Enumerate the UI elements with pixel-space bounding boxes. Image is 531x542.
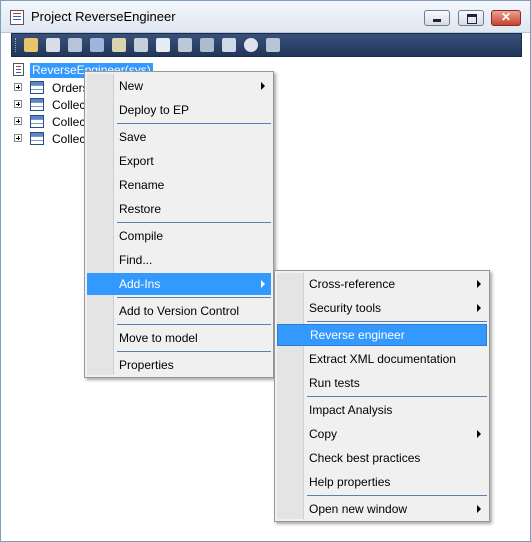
close-button[interactable]: ✕ <box>491 10 521 26</box>
context-menu: New Deploy to EP Save Export Rename Rest… <box>84 71 274 378</box>
submenu-arrow-icon <box>477 430 481 438</box>
expand-icon[interactable] <box>14 117 22 125</box>
menu-separator <box>117 222 271 223</box>
refresh-icon[interactable] <box>244 38 258 52</box>
menu-item-label: Open new window <box>309 502 408 516</box>
menu-item-move-to-model[interactable]: Move to model <box>87 327 271 349</box>
submenu-arrow-icon <box>261 280 265 288</box>
menu-item-restore[interactable]: Restore <box>87 198 271 220</box>
menu-item-export[interactable]: Export <box>87 150 271 172</box>
tree-node[interactable]: Collec <box>11 131 91 147</box>
menu-item-cross-reference[interactable]: Cross-reference <box>277 273 487 295</box>
toolbar-grip[interactable] <box>15 38 18 52</box>
menu-item-label: Export <box>119 154 154 168</box>
menu-item-label: Extract XML documentation <box>309 352 456 366</box>
menu-item-copy[interactable]: Copy <box>277 423 487 445</box>
menu-item-label: Impact Analysis <box>309 403 393 417</box>
settings-icon[interactable] <box>266 38 280 52</box>
menu-item-label: Find... <box>119 253 153 267</box>
menu-item-impact-analysis[interactable]: Impact Analysis <box>277 399 487 421</box>
close-icon: ✕ <box>500 10 512 24</box>
menu-item-open-new-window[interactable]: Open new window <box>277 498 487 520</box>
tree-node-label: Collec <box>52 132 86 146</box>
maximize-button[interactable] <box>458 10 484 26</box>
menu-item-help-properties[interactable]: Help properties <box>277 471 487 493</box>
undo-icon[interactable] <box>222 38 236 52</box>
tree-node[interactable]: Orders <box>11 80 91 96</box>
menu-item-label: Rename <box>119 178 165 192</box>
project-icon <box>10 10 24 25</box>
tree-node-label: Collec <box>52 98 86 112</box>
menu-separator <box>117 351 271 352</box>
menu-item-extract-xml[interactable]: Extract XML documentation <box>277 348 487 370</box>
menu-item-security-tools[interactable]: Security tools <box>277 297 487 319</box>
tree-node[interactable]: Collec <box>11 114 91 130</box>
table-icon <box>30 115 44 128</box>
open-icon[interactable] <box>24 38 38 52</box>
minimize-button[interactable] <box>424 10 450 26</box>
menu-item-label: Properties <box>119 358 174 372</box>
menu-item-label: Run tests <box>309 376 360 390</box>
compile-icon[interactable] <box>68 38 82 52</box>
import-icon[interactable] <box>178 38 192 52</box>
menu-item-rename[interactable]: Rename <box>87 174 271 196</box>
menu-item-label: Help properties <box>309 475 391 489</box>
submenu-arrow-icon <box>261 82 265 90</box>
menu-item-properties[interactable]: Properties <box>87 354 271 376</box>
menu-item-label: Deploy to EP <box>119 103 190 117</box>
export-icon[interactable] <box>200 38 214 52</box>
menu-item-save[interactable]: Save <box>87 126 271 148</box>
expand-icon[interactable] <box>14 83 22 91</box>
expand-icon[interactable] <box>14 134 22 142</box>
menu-separator <box>307 396 487 397</box>
table-icon <box>30 132 44 145</box>
menu-item-label: Reverse engineer <box>310 328 405 342</box>
table-icon <box>30 98 44 111</box>
menu-item-new[interactable]: New <box>87 75 271 97</box>
calendar-icon[interactable] <box>134 38 148 52</box>
expand-icon[interactable] <box>14 100 22 108</box>
menu-item-label: Add to Version Control <box>119 304 240 318</box>
submenu-arrow-icon <box>477 505 481 513</box>
menu-item-compile[interactable]: Compile <box>87 225 271 247</box>
menu-item-check-best-practices[interactable]: Check best practices <box>277 447 487 469</box>
menu-separator <box>307 321 487 322</box>
menu-item-add-ins[interactable]: Add-Ins <box>87 273 271 295</box>
menu-item-label: Copy <box>309 427 338 441</box>
add-ins-submenu: Cross-reference Security tools Reverse e… <box>274 270 490 522</box>
menu-item-label: Move to model <box>119 331 198 345</box>
new-object-icon[interactable] <box>156 38 170 52</box>
menu-item-label: New <box>119 79 144 93</box>
menu-item-label: Check best practices <box>309 451 421 465</box>
tree-node[interactable]: Collec <box>11 97 91 113</box>
menu-item-label: Save <box>119 130 147 144</box>
menu-separator <box>117 297 271 298</box>
submenu-arrow-icon <box>477 280 481 288</box>
menu-item-run-tests[interactable]: Run tests <box>277 372 487 394</box>
menu-item-deploy[interactable]: Deploy to EP <box>87 99 271 121</box>
filter-icon[interactable] <box>112 38 126 52</box>
menu-item-label: Add-Ins <box>119 277 161 291</box>
window-title: Project ReverseEngineer <box>31 9 176 24</box>
toolbar <box>11 33 522 57</box>
sort-icon[interactable] <box>90 38 104 52</box>
submenu-arrow-icon <box>477 304 481 312</box>
menu-item-reverse-engineer[interactable]: Reverse engineer <box>277 324 487 346</box>
menu-separator <box>117 324 271 325</box>
menu-item-label: Restore <box>119 202 162 216</box>
menu-item-find[interactable]: Find... <box>87 249 271 271</box>
project-icon <box>13 63 24 76</box>
properties-icon[interactable] <box>46 38 60 52</box>
menu-separator <box>117 123 271 124</box>
tree-node-label: Collec <box>52 115 86 129</box>
menu-item-add-version-control[interactable]: Add to Version Control <box>87 300 271 322</box>
title-bar[interactable]: Project ReverseEngineer ✕ <box>1 1 530 33</box>
menu-item-label: Compile <box>119 229 164 243</box>
menu-item-label: Security tools <box>309 301 382 315</box>
menu-item-label: Cross-reference <box>309 277 396 291</box>
table-icon <box>30 81 44 94</box>
menu-separator <box>307 495 487 496</box>
